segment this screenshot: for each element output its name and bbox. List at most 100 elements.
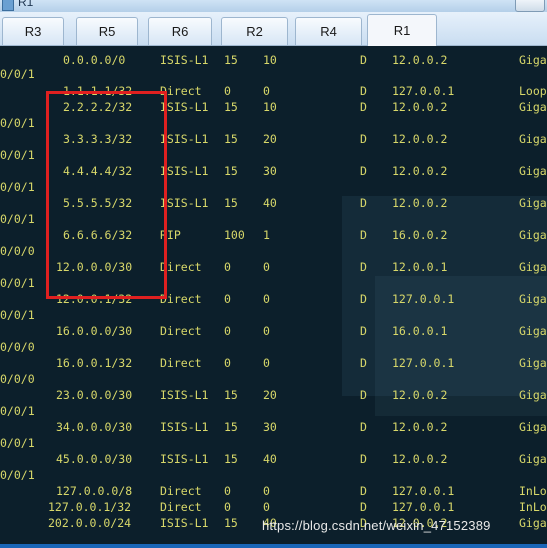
terminal-output[interactable]: 0.0.0.0/0 ISIS-L1 15 10 D 12.0.0.2 Giga 0/0/1 1.… (0, 46, 547, 548)
route-nexthop: 127.0.0.1 (392, 292, 455, 306)
route-nexthop: 12.0.0.2 (392, 132, 448, 146)
route-preference: 15 (224, 164, 238, 178)
route-cost: 0 (263, 84, 270, 98)
route-interface-wrap: 0/0/0 (0, 244, 35, 258)
route-interface: Giga (519, 388, 547, 402)
route-destination: 127.0.0.0/8 (56, 484, 133, 498)
route-interface: Giga (519, 324, 547, 338)
route-nexthop: 12.0.0.2 (392, 452, 448, 466)
route-protocol: ISIS-L1 (160, 452, 209, 466)
route-flags: D (360, 260, 367, 274)
route-flags: D (360, 500, 367, 514)
route-cost: 30 (263, 420, 277, 434)
route-protocol: ISIS-L1 (160, 196, 209, 210)
route-flags: D (360, 484, 367, 498)
route-cost: 0 (263, 292, 270, 306)
route-nexthop: 12.0.0.2 (392, 164, 448, 178)
route-cost: 10 (263, 100, 277, 114)
route-destination: 202.0.0.0/24 (48, 516, 132, 530)
route-protocol: ISIS-L1 (160, 420, 209, 434)
route-destination: 0.0.0.0/0 (63, 53, 126, 67)
route-row: 127.0.0.0/8 Direct 0 0 D 127.0.0.1 InLo (0, 484, 547, 498)
route-flags: D (360, 228, 367, 242)
route-cost: 20 (263, 132, 277, 146)
route-row: 127.0.0.1/32 Direct 0 0 D 127.0.0.1 InLo (0, 500, 547, 514)
tab-r1[interactable]: R1 (367, 14, 437, 46)
route-row: 0.0.0.0/0 ISIS-L1 15 10 D 12.0.0.2 Giga (0, 53, 547, 67)
route-row: 23.0.0.0/30 ISIS-L1 15 20 D 12.0.0.2 Giga (0, 388, 547, 402)
route-nexthop: 16.0.0.1 (392, 324, 448, 338)
route-nexthop: 12.0.0.2 (392, 420, 448, 434)
watermark: https://blog.csdn.net/weixin_47152389 (262, 518, 491, 533)
route-interface-wrap: 0/0/1 (0, 404, 35, 418)
route-cost: 0 (263, 324, 270, 338)
app-icon (2, 0, 14, 11)
route-interface: Giga (519, 100, 547, 114)
tab-r4[interactable]: R4 (295, 17, 362, 45)
route-flags: D (360, 100, 367, 114)
route-row: 16.0.0.1/32 Direct 0 0 D 127.0.0.1 Giga (0, 356, 547, 370)
route-destination: 34.0.0.0/30 (56, 420, 133, 434)
route-interface-wrap: 0/0/1 (0, 67, 35, 81)
route-destination: 23.0.0.0/30 (56, 388, 133, 402)
route-interface-wrap: 0/0/1 (0, 308, 35, 322)
route-interface: Giga (519, 196, 547, 210)
route-flags: D (360, 132, 367, 146)
route-interface: Giga (519, 164, 547, 178)
route-preference: 0 (224, 500, 231, 514)
tab-r3[interactable]: R3 (2, 17, 64, 45)
route-nexthop: 12.0.0.2 (392, 196, 448, 210)
route-flags: D (360, 356, 367, 370)
route-preference: 0 (224, 84, 231, 98)
tab-r6[interactable]: R6 (148, 17, 212, 45)
route-flags: D (360, 452, 367, 466)
route-nexthop: 127.0.0.1 (392, 500, 455, 514)
route-flags: D (360, 84, 367, 98)
route-flags: D (360, 53, 367, 67)
route-protocol: ISIS-L1 (160, 100, 209, 114)
route-interface-wrap: 0/0/1 (0, 180, 35, 194)
route-interface-wrap: 0/0/0 (0, 340, 35, 354)
route-interface: Giga (519, 260, 547, 274)
tab-r2[interactable]: R2 (221, 17, 288, 45)
route-interface-wrap: 0/0/1 (0, 212, 35, 226)
route-preference: 15 (224, 420, 238, 434)
route-row: 16.0.0.0/30 Direct 0 0 D 16.0.0.1 Giga (0, 324, 547, 338)
route-preference: 15 (224, 53, 238, 67)
route-protocol: ISIS-L1 (160, 53, 209, 67)
route-cost: 0 (263, 260, 270, 274)
highlight-box (46, 91, 167, 299)
route-preference: 0 (224, 356, 231, 370)
route-preference: 0 (224, 484, 231, 498)
route-flags: D (360, 324, 367, 338)
route-nexthop: 16.0.0.2 (392, 228, 448, 242)
route-row: 34.0.0.0/30 ISIS-L1 15 30 D 12.0.0.2 Giga (0, 420, 547, 434)
route-cost: 10 (263, 53, 277, 67)
route-nexthop: 12.0.0.2 (392, 100, 448, 114)
route-interface: Giga (519, 228, 547, 242)
route-preference: 0 (224, 324, 231, 338)
window-control-button[interactable] (515, 0, 545, 12)
route-destination: 16.0.0.0/30 (56, 324, 133, 338)
route-cost: 0 (263, 484, 270, 498)
route-cost: 30 (263, 164, 277, 178)
route-protocol: ISIS-L1 (160, 516, 209, 530)
route-protocol: Direct (160, 324, 202, 338)
route-nexthop: 127.0.0.1 (392, 356, 455, 370)
route-preference: 0 (224, 292, 231, 306)
route-preference: 15 (224, 196, 238, 210)
route-destination: 45.0.0.0/30 (56, 452, 133, 466)
route-interface: Giga (519, 356, 547, 370)
route-protocol: ISIS-L1 (160, 388, 209, 402)
route-interface-wrap: 0/0/1 (0, 116, 35, 130)
route-cost: 40 (263, 452, 277, 466)
route-protocol: Direct (160, 500, 202, 514)
route-interface: Loop (519, 84, 547, 98)
route-interface-wrap: 0/0/1 (0, 276, 35, 290)
route-interface: Giga (519, 420, 547, 434)
route-protocol: Direct (160, 356, 202, 370)
route-interface: InLo (519, 484, 547, 498)
device-tab-bar: R3 R5 R6 R2 R4 R1 (0, 12, 547, 46)
tab-r5[interactable]: R5 (76, 17, 138, 45)
route-interface: Giga (519, 516, 547, 530)
